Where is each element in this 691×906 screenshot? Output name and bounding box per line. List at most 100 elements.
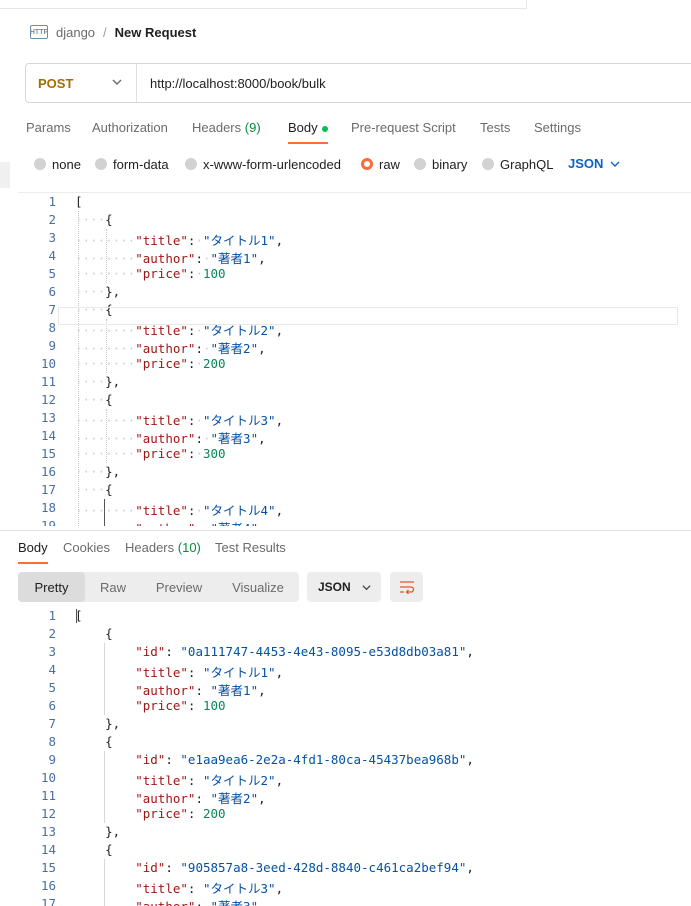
view-pretty-button[interactable]: Pretty: [18, 572, 85, 602]
view-visualize-button[interactable]: Visualize: [221, 572, 295, 602]
json-quote: ": [268, 881, 276, 896]
tab-settings[interactable]: Settings: [534, 120, 581, 140]
line-number: 13: [40, 824, 56, 839]
line-number: 13: [40, 410, 56, 425]
code-line: ········"author":·"著者2",: [75, 338, 266, 357]
json-string-value: 著者3: [218, 431, 251, 446]
json-comma: ,: [275, 773, 284, 788]
radio-circle: [34, 158, 46, 170]
json-key: "price": [135, 698, 188, 713]
json-comma: ,: [258, 521, 266, 526]
radio-form-data[interactable]: form-data: [95, 156, 169, 172]
code-line: {: [75, 626, 113, 641]
indent-whitespace: ········: [75, 521, 135, 526]
radio-none[interactable]: none: [34, 156, 81, 172]
code-line: ····{: [75, 212, 113, 227]
radio-graphql-label: GraphQL: [500, 156, 554, 172]
line-number: 7: [48, 302, 56, 317]
response-tab-headers[interactable]: Headers (10): [125, 540, 201, 558]
response-tab-cookies[interactable]: Cookies: [63, 540, 110, 558]
wrap-lines-button[interactable]: [390, 572, 423, 602]
code-line: {: [75, 842, 113, 857]
json-quote: ": [251, 899, 259, 906]
json-quote: ": [202, 773, 211, 788]
radio-binary[interactable]: binary: [414, 156, 467, 172]
body-indicator-dot: [321, 125, 328, 132]
line-number: 10: [40, 770, 56, 785]
json-key: "title": [135, 233, 188, 248]
json-quote: ": [268, 323, 276, 338]
line-number: 14: [40, 842, 56, 857]
json-string-value: 905857a8-3eed-428d-8840-c461ca2bef94: [187, 860, 459, 875]
line-number: 8: [48, 320, 56, 335]
json-quote: ": [211, 899, 219, 906]
code-line: ········"price":·300: [75, 446, 226, 461]
tab-headers-label: Headers: [192, 120, 242, 135]
json-key: "id": [135, 644, 166, 659]
json-quote: ": [268, 665, 276, 680]
json-key: "title": [135, 773, 188, 788]
json-colon: :: [165, 752, 173, 767]
json-string-value: 著者2: [218, 341, 251, 356]
method-select[interactable]: POST: [26, 64, 137, 102]
body-format-select[interactable]: JSON: [568, 156, 621, 171]
json-number-value: 100: [202, 698, 226, 713]
indent-whitespace: ········: [75, 356, 136, 371]
tab-authorization[interactable]: Authorization: [92, 120, 168, 140]
tab-prerequest-script[interactable]: Pre-request Script: [351, 120, 456, 140]
json-comma: ,: [275, 233, 284, 248]
radio-graphql[interactable]: GraphQL: [482, 156, 553, 172]
json-comma: ,: [258, 341, 266, 356]
json-string-value: タイトル4: [210, 503, 269, 518]
json-colon: :: [195, 683, 203, 698]
http-icon: HTTP: [30, 25, 48, 39]
json-quote: ": [250, 683, 259, 698]
request-body-editor[interactable]: 1[2 ····{3 ········"title":·"タイトル1", 4 ·····…: [18, 192, 691, 526]
tab-headers[interactable]: Headers (9): [192, 120, 261, 140]
json-key: "author": [135, 683, 196, 698]
response-tab-test-results[interactable]: Test Results: [215, 540, 286, 558]
radio-raw[interactable]: raw: [361, 156, 400, 172]
line-number: 9: [48, 752, 56, 767]
response-body-viewer[interactable]: 1[2 {3 "id": "0a111747-4453-4e43-8095-e5…: [18, 607, 691, 906]
line-number: 19: [40, 518, 56, 526]
active-tab-indicator: [288, 142, 328, 144]
breadcrumb-separator: /: [103, 24, 107, 40]
code-line: "title": "タイトル2",: [75, 770, 283, 789]
code-line: ········"price":·100: [75, 266, 226, 281]
view-raw-button[interactable]: Raw: [88, 572, 138, 602]
breadcrumb-workspace[interactable]: django: [56, 25, 95, 40]
radio-urlencoded[interactable]: x-www-form-urlencoded: [185, 156, 341, 172]
tab-params[interactable]: Params: [26, 120, 71, 140]
view-preview-button[interactable]: Preview: [144, 572, 214, 602]
response-format-select[interactable]: JSON: [307, 572, 381, 602]
json-string-value: タイトル3: [210, 881, 269, 896]
tab-body[interactable]: Body: [288, 120, 328, 140]
response-tab-body[interactable]: Body: [18, 540, 48, 558]
json-string-value: タイトル1: [210, 233, 269, 248]
json-brace: {: [105, 626, 113, 641]
json-quote: ": [250, 431, 259, 446]
json-string-value: タイトル2: [210, 323, 269, 338]
code-line: ········"author":·"著者3",: [75, 428, 266, 447]
json-bracket: [: [75, 194, 83, 209]
radio-circle: [185, 158, 197, 170]
line-number: 3: [48, 644, 56, 659]
line-number: 1: [48, 608, 56, 623]
url-input[interactable]: http://localhost:8000/book/bulk: [150, 64, 326, 102]
json-brace: {: [105, 734, 113, 749]
indent-whitespace: ········: [75, 251, 136, 266]
tab-tests[interactable]: Tests: [480, 120, 510, 140]
json-quote: ": [210, 431, 219, 446]
radio-raw-label: raw: [379, 156, 400, 172]
pane-divider[interactable]: [0, 530, 691, 531]
code-line: "price": 100: [75, 698, 226, 713]
json-string-value: 0a111747-4453-4e43-8095-e53d8db03a81: [187, 644, 459, 659]
request-name[interactable]: New Request: [115, 25, 197, 40]
